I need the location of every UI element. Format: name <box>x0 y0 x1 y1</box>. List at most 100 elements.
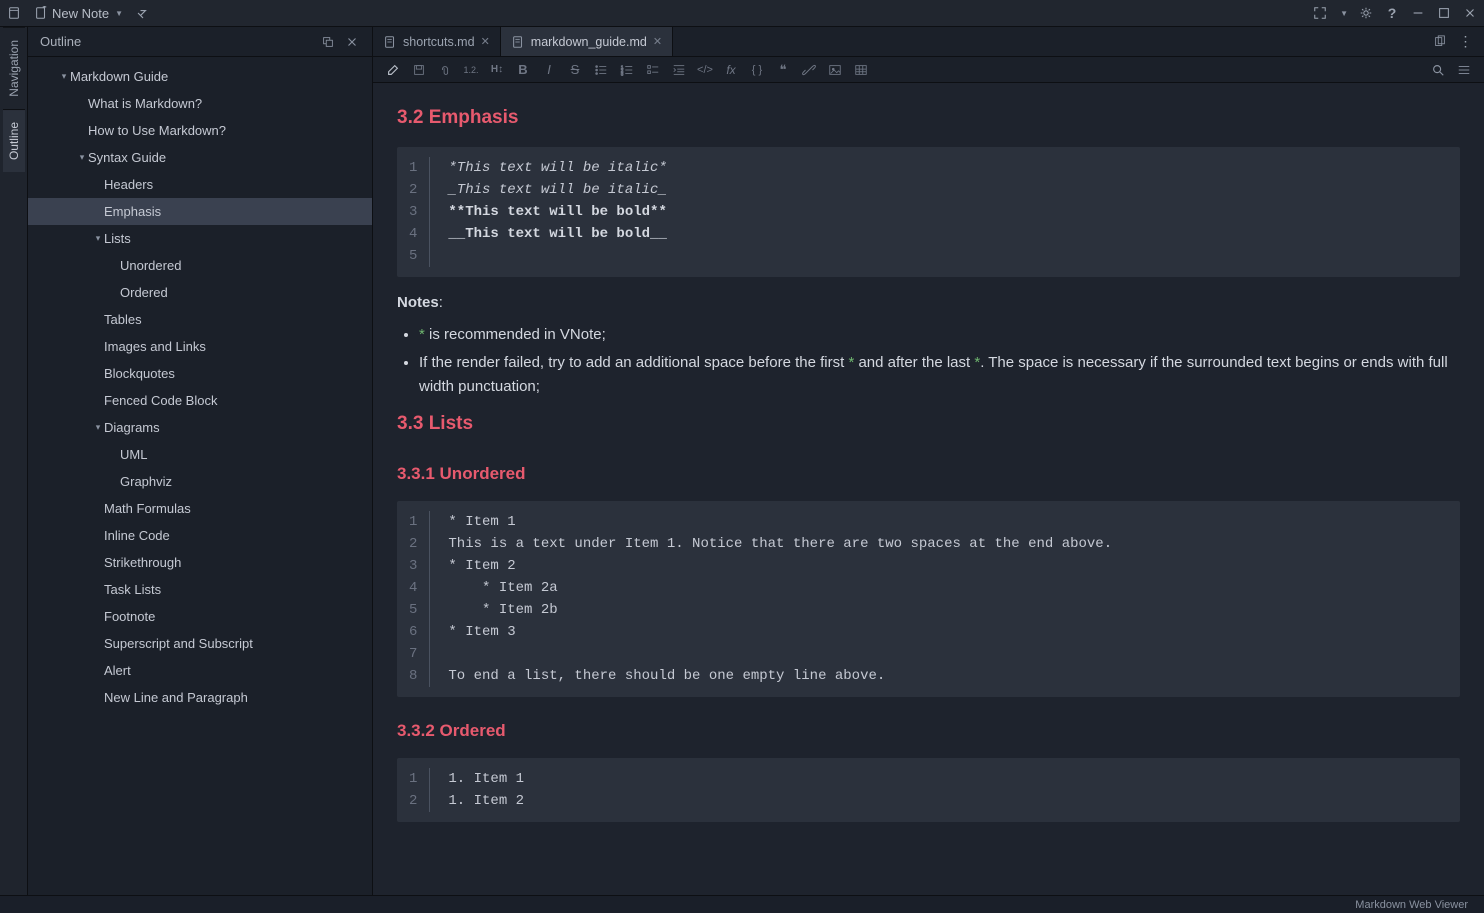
table-icon[interactable] <box>853 62 869 78</box>
heading-emphasis: 3.2 Emphasis <box>397 103 1460 133</box>
outline-item-label: Headers <box>104 177 153 192</box>
outline-title: Outline <box>40 34 81 49</box>
line-numbers: 12345 <box>397 157 430 267</box>
line-numbers: 12345678 <box>397 511 430 687</box>
editor-toolbar: 1.2. H↕ B I S 123 </> fx { } ❝ <box>373 57 1484 83</box>
outline-item[interactable]: ▾Strikethrough <box>28 549 372 576</box>
outline-item-label: Syntax Guide <box>88 150 166 165</box>
chevron-down-icon[interactable]: ▾ <box>58 71 70 82</box>
tab-bar: shortcuts.md✕markdown_guide.md✕ ⋮ <box>373 27 1484 57</box>
checklist-icon[interactable] <box>645 62 661 78</box>
image-icon[interactable] <box>827 62 843 78</box>
outline-item[interactable]: ▾Unordered <box>28 252 372 279</box>
outline-item[interactable]: ▾Math Formulas <box>28 495 372 522</box>
outline-item[interactable]: ▾Lists <box>28 225 372 252</box>
outline-item-label: Ordered <box>120 285 168 300</box>
tab-close-icon[interactable]: ✕ <box>481 35 490 48</box>
chevron-down-icon[interactable]: ▾ <box>92 233 104 244</box>
help-icon[interactable]: ? <box>1384 5 1400 21</box>
search-icon[interactable] <box>1430 62 1446 78</box>
editor-tab[interactable]: markdown_guide.md✕ <box>501 27 673 56</box>
outline-item[interactable]: ▾Emphasis <box>28 198 372 225</box>
outline-item-label: Lists <box>104 231 131 246</box>
editor-area: shortcuts.md✕markdown_guide.md✕ ⋮ 1.2. H… <box>373 27 1484 895</box>
vtab-navigation[interactable]: Navigation <box>3 27 25 109</box>
braces-icon[interactable]: { } <box>749 62 765 78</box>
outline-item[interactable]: ▾Fenced Code Block <box>28 387 372 414</box>
content-viewer[interactable]: 3.2 Emphasis 12345 *This text will be it… <box>373 83 1484 895</box>
attach-icon[interactable] <box>437 62 453 78</box>
tab-menu-icon[interactable]: ⋮ <box>1458 34 1474 50</box>
outline-item-label: Math Formulas <box>104 501 191 516</box>
tab-label: shortcuts.md <box>403 35 475 49</box>
vtab-outline[interactable]: Outline <box>3 109 25 172</box>
strike-icon[interactable]: S <box>567 62 583 78</box>
outline-item-label: Emphasis <box>104 204 161 219</box>
ol-icon[interactable]: 123 <box>619 62 635 78</box>
export-icon[interactable] <box>135 5 151 21</box>
outline-item[interactable]: ▾Superscript and Subscript <box>28 630 372 657</box>
chevron-down-icon[interactable]: ▾ <box>76 152 88 163</box>
outline-item-label: Footnote <box>104 609 155 624</box>
heading-ordered: 3.3.2 Ordered <box>397 717 1460 744</box>
outline-item-label: Strikethrough <box>104 555 181 570</box>
outline-item-label: Graphviz <box>120 474 172 489</box>
outline-item[interactable]: ▾Footnote <box>28 603 372 630</box>
close-icon[interactable] <box>1462 5 1478 21</box>
link-icon[interactable] <box>801 62 817 78</box>
dropdown-caret-icon[interactable]: ▼ <box>115 9 123 18</box>
outline-item[interactable]: ▾Task Lists <box>28 576 372 603</box>
outline-item[interactable]: ▾What is Markdown? <box>28 90 372 117</box>
heading-unordered: 3.3.1 Unordered <box>397 460 1460 487</box>
line-numbers: 12 <box>397 768 430 812</box>
copy-tab-icon[interactable] <box>1432 34 1448 50</box>
outline-item[interactable]: ▾Blockquotes <box>28 360 372 387</box>
new-note-button[interactable]: New Note ▼ <box>28 4 129 23</box>
close-panel-icon[interactable] <box>344 34 360 50</box>
outline-item-label: Blockquotes <box>104 366 175 381</box>
bold-icon[interactable]: B <box>515 62 531 78</box>
outline-item[interactable]: ▾New Line and Paragraph <box>28 684 372 711</box>
code-content: *This text will be italic*_This text wil… <box>430 157 684 267</box>
tab-close-icon[interactable]: ✕ <box>653 35 662 48</box>
outline-item[interactable]: ▾Ordered <box>28 279 372 306</box>
outline-item[interactable]: ▾UML <box>28 441 372 468</box>
indent-icon[interactable] <box>671 62 687 78</box>
italic-icon[interactable]: I <box>541 62 557 78</box>
section-number-icon[interactable]: 1.2. <box>463 62 479 78</box>
minimize-icon[interactable] <box>1410 5 1426 21</box>
outline-item[interactable]: ▾Diagrams <box>28 414 372 441</box>
expand-icon[interactable] <box>1312 5 1328 21</box>
fx-icon[interactable]: fx <box>723 62 739 78</box>
heading-lists: 3.3 Lists <box>397 409 1460 439</box>
maximize-icon[interactable] <box>1436 5 1452 21</box>
gear-icon[interactable] <box>1358 5 1374 21</box>
outline-item[interactable]: ▾How to Use Markdown? <box>28 117 372 144</box>
edit-mode-icon[interactable] <box>385 62 401 78</box>
ul-icon[interactable] <box>593 62 609 78</box>
outline-item[interactable]: ▾Tables <box>28 306 372 333</box>
heading-icon[interactable]: H↕ <box>489 62 505 78</box>
notebook-icon[interactable] <box>6 5 22 21</box>
outline-item[interactable]: ▾Images and Links <box>28 333 372 360</box>
outline-header: Outline <box>28 27 372 57</box>
outline-item-label: How to Use Markdown? <box>88 123 226 138</box>
outline-item-label: Images and Links <box>104 339 206 354</box>
outline-item[interactable]: ▾Inline Code <box>28 522 372 549</box>
diminish-icon[interactable] <box>320 34 336 50</box>
outline-item[interactable]: ▾Markdown Guide <box>28 63 372 90</box>
status-bar: Markdown Web Viewer <box>0 895 1484 913</box>
chevron-down-icon[interactable]: ▾ <box>92 422 104 433</box>
editor-tab[interactable]: shortcuts.md ✕ <box>373 27 501 56</box>
outline-item[interactable]: ▾Alert <box>28 657 372 684</box>
codeblock-emphasis: 12345 *This text will be italic*_This te… <box>397 147 1460 277</box>
caret-icon[interactable]: ▼ <box>1340 9 1348 18</box>
outline-item[interactable]: ▾Headers <box>28 171 372 198</box>
outline-item[interactable]: ▾Syntax Guide <box>28 144 372 171</box>
code-icon[interactable]: </> <box>697 62 713 78</box>
outline-toggle-icon[interactable] <box>1456 62 1472 78</box>
status-mode: Markdown Web Viewer <box>1355 899 1468 911</box>
outline-item[interactable]: ▾Graphviz <box>28 468 372 495</box>
save-icon[interactable] <box>411 62 427 78</box>
quote-icon[interactable]: ❝ <box>775 62 791 78</box>
